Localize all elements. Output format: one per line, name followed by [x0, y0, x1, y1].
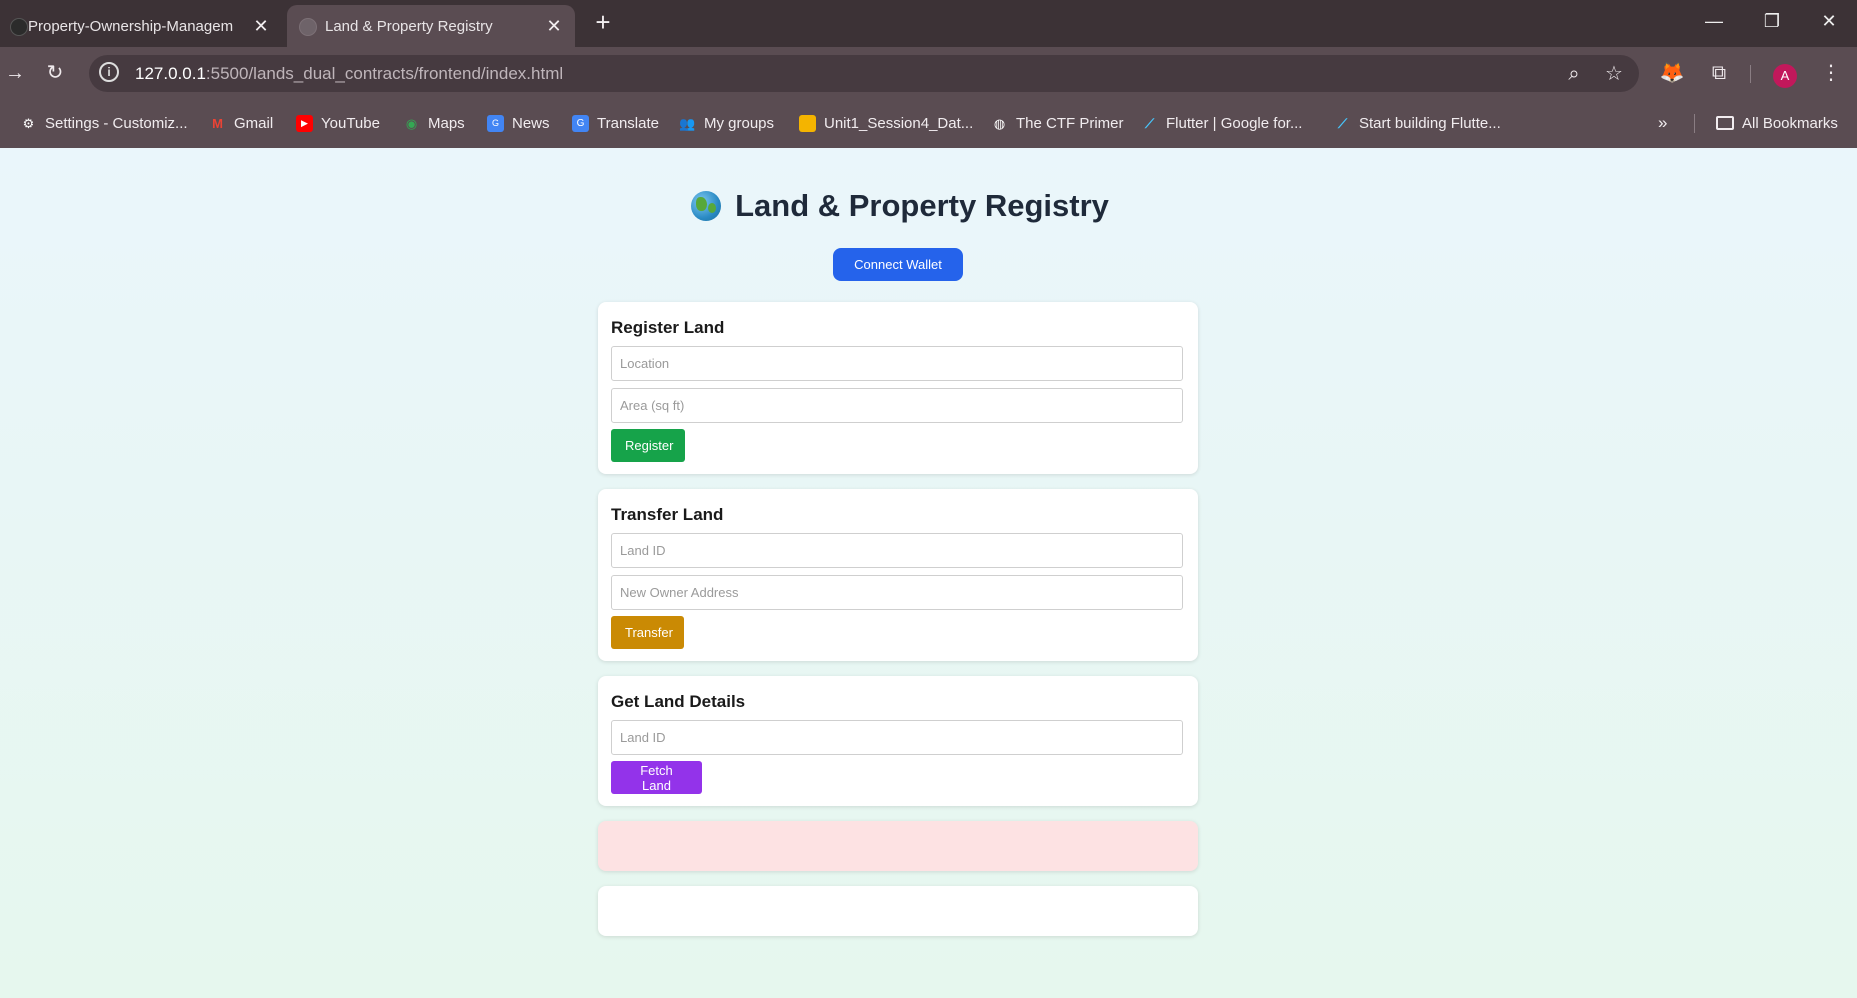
- bookmark-label: Start building Flutte...: [1359, 114, 1501, 132]
- extensions-icon[interactable]: ⧉: [1704, 58, 1734, 88]
- bookmark-unit1-session4[interactable]: Unit1_Session4_Dat...: [799, 112, 973, 134]
- new-owner-address-input[interactable]: [611, 575, 1183, 610]
- bookmark-maps[interactable]: ◉ Maps: [403, 112, 465, 134]
- maps-icon: ◉: [405, 115, 418, 131]
- profile-avatar[interactable]: A: [1773, 64, 1797, 88]
- translate-icon: G: [572, 114, 589, 132]
- bookmark-news[interactable]: G News: [487, 112, 550, 134]
- connect-wallet-button[interactable]: Connect Wallet: [833, 248, 963, 281]
- location-input[interactable]: [611, 346, 1183, 381]
- minimize-icon[interactable]: —: [1694, 6, 1734, 36]
- all-bookmarks-folder[interactable]: All Bookmarks: [1716, 112, 1838, 134]
- register-button[interactable]: Register: [611, 429, 685, 462]
- bookmark-gmail[interactable]: M Gmail: [209, 112, 273, 134]
- get-land-details-heading: Get Land Details: [611, 692, 746, 711]
- bookmark-my-groups[interactable]: 👥 My groups: [679, 112, 774, 134]
- tab-land-registry[interactable]: Land & Property Registry ✕: [287, 5, 575, 47]
- bookmark-label: The CTF Primer: [1016, 114, 1124, 132]
- bookmark-label: My groups: [704, 114, 775, 132]
- toolbar-divider: [1750, 65, 1751, 83]
- restore-icon[interactable]: ❐: [1752, 6, 1792, 36]
- area-input[interactable]: [611, 388, 1183, 423]
- github-icon: [10, 18, 28, 36]
- page-content: Land & Property Registry Connect Wallet …: [0, 148, 1857, 998]
- gear-icon: ⚙: [22, 115, 35, 131]
- browser-toolbar: → ↻ i 127.0.0.1:5500/lands_dual_contract…: [0, 47, 1857, 99]
- transfer-land-card: Transfer Land Transfer: [598, 489, 1198, 661]
- youtube-icon: ▶: [296, 114, 313, 132]
- bookmarks-bar: ⚙ Settings - Customiz... M Gmail ▶ YouTu…: [0, 99, 1857, 148]
- transfer-land-heading: Transfer Land: [611, 505, 724, 524]
- bookmark-label: Flutter | Google for...: [1166, 114, 1303, 132]
- bookmark-label: Maps: [428, 114, 465, 132]
- new-tab-button[interactable]: +: [590, 8, 616, 36]
- bookmarks-divider: [1694, 114, 1695, 133]
- get-land-details-card: Get Land Details Fetch Land: [598, 676, 1198, 806]
- metamask-icon[interactable]: 🦊: [1657, 58, 1687, 88]
- site-info-icon[interactable]: i: [99, 62, 119, 82]
- register-land-heading: Register Land: [611, 318, 725, 337]
- groups-icon: 👥: [679, 115, 696, 131]
- bookmark-ctf-primer[interactable]: ◍ The CTF Primer: [991, 112, 1124, 134]
- bookmark-label: YouTube: [321, 114, 380, 132]
- page-title: Land & Property Registry: [691, 188, 1109, 224]
- bookmark-start-building-flutter[interactable]: ⟋ Start building Flutte...: [1334, 112, 1501, 134]
- address-bar[interactable]: i 127.0.0.1:5500/lands_dual_contracts/fr…: [89, 55, 1639, 92]
- globe-icon: ◍: [993, 115, 1006, 131]
- close-tab-icon[interactable]: ✕: [543, 15, 565, 37]
- folder-icon: [1716, 116, 1734, 130]
- tab-strip: Property-Ownership-Management ✕ Land & P…: [0, 0, 1857, 47]
- bookmark-translate[interactable]: G Translate: [572, 112, 659, 134]
- menu-icon[interactable]: ⋮: [1816, 58, 1846, 88]
- transfer-land-id-input[interactable]: [611, 533, 1183, 568]
- close-tab-icon[interactable]: ✕: [250, 15, 272, 37]
- bookmark-label: Translate: [597, 114, 659, 132]
- forward-icon[interactable]: →: [0, 58, 30, 88]
- register-land-card: Register Land Register: [598, 302, 1198, 474]
- globe-icon: [299, 18, 317, 36]
- tab-title: Land & Property Registry: [325, 17, 493, 35]
- flutter-icon: ⟋: [1337, 115, 1348, 131]
- bookmark-star-icon[interactable]: ☆: [1599, 59, 1629, 89]
- output-box: [598, 886, 1198, 936]
- tab-title: Property-Ownership-Management: [28, 17, 233, 35]
- window-close-icon[interactable]: ✕: [1809, 6, 1849, 36]
- slides-icon: [799, 114, 816, 132]
- bookmark-label: All Bookmarks: [1742, 114, 1838, 132]
- flutter-icon: ⟋: [1144, 115, 1155, 131]
- fetch-land-button[interactable]: Fetch Land: [611, 761, 702, 794]
- bookmark-youtube[interactable]: ▶ YouTube: [296, 112, 380, 134]
- bookmark-label: News: [512, 114, 550, 132]
- error-message-box: [598, 821, 1198, 871]
- reload-icon[interactable]: ↻: [40, 58, 70, 88]
- zoom-icon[interactable]: ⌕: [1559, 59, 1589, 89]
- page-title-text: Land & Property Registry: [735, 188, 1109, 223]
- bookmark-settings[interactable]: ⚙ Settings - Customiz...: [20, 112, 188, 134]
- transfer-button[interactable]: Transfer: [611, 616, 684, 649]
- bookmark-label: Unit1_Session4_Dat...: [824, 114, 974, 132]
- more-bookmarks-chevron-icon[interactable]: »: [1658, 112, 1667, 134]
- bookmark-label: Gmail: [234, 114, 274, 132]
- gmail-icon: M: [212, 115, 223, 131]
- news-icon: G: [487, 114, 504, 132]
- globe-icon: [691, 191, 722, 221]
- bookmark-flutter-google[interactable]: ⟋ Flutter | Google for...: [1141, 112, 1303, 134]
- get-land-id-input[interactable]: [611, 720, 1183, 755]
- bookmark-label: Settings - Customiz...: [45, 114, 188, 132]
- url-text[interactable]: 127.0.0.1:5500/lands_dual_contracts/fron…: [135, 64, 563, 84]
- tab-property-ownership[interactable]: Property-Ownership-Management ✕: [0, 5, 282, 47]
- title-row: Land & Property Registry: [0, 188, 1800, 226]
